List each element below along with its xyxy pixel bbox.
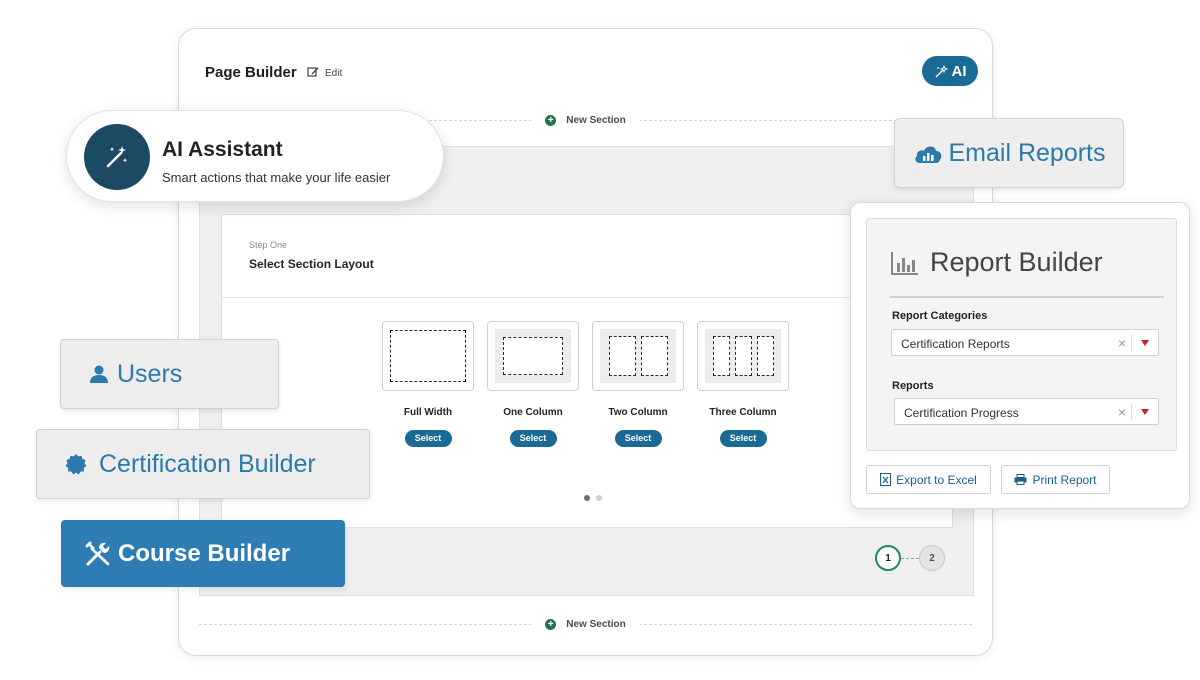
step-1[interactable]: 1 [875, 545, 901, 571]
plus-icon: + [545, 114, 557, 126]
step-2[interactable]: 2 [919, 545, 945, 571]
bar-chart-icon [891, 251, 918, 275]
report-builder-card: Report Builder Report Categories Certifi… [850, 202, 1190, 509]
users-label: Users [117, 359, 183, 388]
certification-builder-tile[interactable]: Certification Builder [36, 429, 370, 499]
caret-down-icon[interactable] [1141, 340, 1149, 346]
report-builder-title: Report Builder [930, 247, 1103, 277]
ai-assistant-subtitle: Smart actions that make your life easier [162, 170, 391, 185]
badge-icon [65, 454, 87, 475]
step-title: Select Section Layout [249, 257, 374, 271]
stepper: 1 2 [875, 545, 945, 571]
sparkle-wand-icon [935, 64, 948, 77]
tools-icon [85, 541, 110, 565]
ai-button[interactable]: AI [922, 56, 978, 86]
layout-option-two-column[interactable]: Two Column Select [592, 321, 684, 447]
reports-select[interactable]: Certification Progress × [894, 398, 1159, 425]
cloud-chart-icon [914, 146, 941, 163]
reports-value: Certification Progress [904, 406, 1019, 420]
print-report-button[interactable]: Print Report [1001, 465, 1110, 494]
page-builder-title: Page Builder [205, 64, 297, 81]
layout-option-one-column[interactable]: One Column Select [487, 321, 579, 447]
email-reports-tile[interactable]: Email Reports [894, 118, 1124, 188]
users-tile[interactable]: Users [60, 339, 279, 409]
new-section-label: New Section [566, 114, 626, 126]
layout-preview [697, 321, 789, 391]
layout-preview [592, 321, 684, 391]
select-button[interactable]: Select [614, 430, 662, 447]
clear-icon[interactable]: × [1118, 404, 1126, 420]
edit-icon[interactable] [307, 66, 319, 78]
select-separator [1131, 404, 1132, 420]
caret-down-icon[interactable] [1141, 409, 1149, 415]
export-label: Export to Excel [896, 472, 977, 487]
ai-button-label: AI [951, 62, 967, 80]
certification-label: Certification Builder [99, 449, 316, 478]
course-builder-tile[interactable]: Course Builder [61, 520, 345, 587]
layout-name: Full Width [403, 407, 453, 418]
report-categories-label: Report Categories [892, 310, 988, 322]
layout-option-three-column[interactable]: Three Column Select [697, 321, 789, 447]
select-button[interactable]: Select [719, 430, 767, 447]
select-separator [1131, 335, 1132, 351]
reports-label: Reports [892, 380, 934, 392]
divider [222, 297, 952, 298]
report-builder-panel: Report Builder Report Categories Certifi… [866, 218, 1177, 451]
clear-icon[interactable]: × [1118, 335, 1126, 351]
select-button[interactable]: Select [509, 430, 557, 447]
layout-option-full-width[interactable]: Full Width Select [382, 321, 474, 447]
user-icon [90, 365, 108, 383]
select-button[interactable]: Select [404, 430, 452, 447]
layout-preview [487, 321, 579, 391]
new-section-bottom[interactable]: + New Section [199, 617, 972, 631]
layout-preview [382, 321, 474, 391]
ai-assistant-card[interactable]: AI Assistant Smart actions that make you… [66, 110, 444, 202]
print-label: Print Report [1032, 472, 1097, 487]
step-connector [901, 557, 919, 559]
magic-wand-icon [84, 124, 150, 190]
layout-name: Two Column [608, 407, 668, 418]
course-builder-label: Course Builder [118, 539, 291, 567]
printer-icon [1014, 474, 1027, 485]
plus-icon: + [545, 618, 557, 630]
carousel-dot[interactable] [596, 495, 602, 501]
export-to-excel-button[interactable]: Export to Excel [866, 465, 991, 494]
excel-file-icon [880, 473, 892, 486]
report-categories-value: Certification Reports [901, 337, 1010, 351]
ai-assistant-title: AI Assistant [162, 138, 283, 161]
step-label: Step One [249, 240, 288, 250]
edit-link[interactable]: Edit [325, 68, 342, 79]
layout-name: Three Column [709, 407, 777, 418]
layout-name: One Column [503, 407, 563, 418]
email-reports-label: Email Reports [948, 138, 1106, 167]
carousel-dot-active[interactable] [584, 495, 590, 501]
report-categories-select[interactable]: Certification Reports × [891, 329, 1159, 356]
new-section-label: New Section [566, 618, 626, 630]
divider [890, 296, 1164, 298]
carousel-dots [584, 495, 602, 501]
